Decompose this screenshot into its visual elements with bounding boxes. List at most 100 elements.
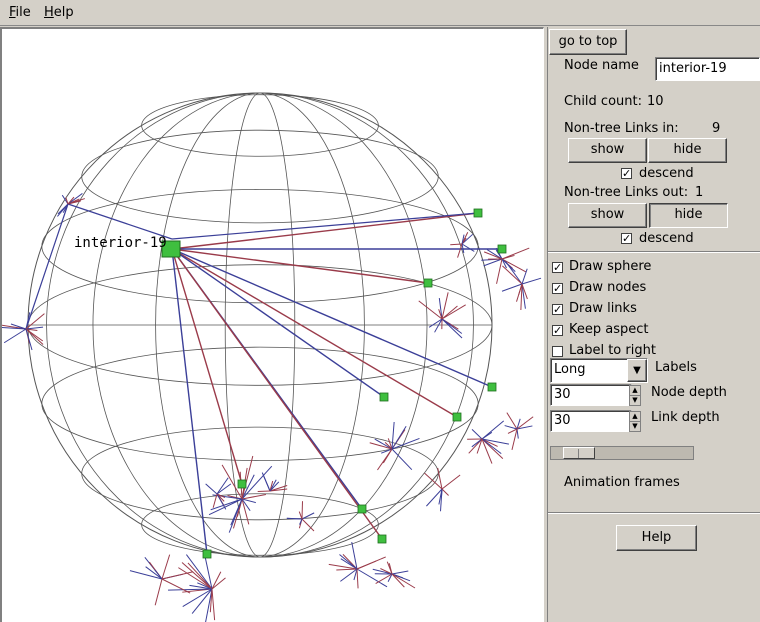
labels-select-value: Long xyxy=(554,362,586,377)
subtree-link xyxy=(391,448,413,471)
subtree-link xyxy=(161,554,171,580)
link-depth-input[interactable]: 30 xyxy=(550,410,632,432)
link-depth-stepper[interactable]: ▲ ▼ xyxy=(629,411,641,432)
tree-links xyxy=(2,193,542,622)
tree-link xyxy=(171,248,383,540)
sphere-grid xyxy=(27,92,493,558)
child-node xyxy=(379,392,389,402)
subtree-link xyxy=(211,571,222,590)
menu-bar: File Help xyxy=(0,0,760,26)
subtree-link xyxy=(356,560,377,570)
node-depth-stepper[interactable]: ▲ ▼ xyxy=(629,385,641,406)
latitude-ring xyxy=(41,346,479,462)
subtree-link xyxy=(441,474,461,490)
links-in-label: Non-tree Links in: xyxy=(564,121,679,136)
subtree-link xyxy=(356,568,359,589)
subtree-link xyxy=(286,517,303,520)
menu-file-label: ile xyxy=(15,5,31,20)
latitude-ring xyxy=(141,94,379,157)
focus-node-label: interior-19 xyxy=(74,235,167,251)
draw-sphere-checkbox[interactable]: ✓ xyxy=(552,262,563,273)
subtree-link xyxy=(161,571,194,580)
subtree-link xyxy=(471,429,483,440)
draw-nodes-label: Draw nodes xyxy=(569,280,647,295)
draw-links-checkbox[interactable]: ✓ xyxy=(552,304,563,315)
child-node xyxy=(487,382,497,392)
stepper-down-icon[interactable]: ▼ xyxy=(630,396,640,406)
draw-nodes-checkbox[interactable]: ✓ xyxy=(552,283,563,294)
subtree-link xyxy=(516,428,519,439)
subtree-link xyxy=(461,243,475,252)
links-out-descend-checkbox[interactable]: ✓ xyxy=(621,233,632,244)
subtree-link xyxy=(205,483,218,495)
keep-aspect-label: Keep aspect xyxy=(569,322,649,337)
child-count-label: Child count: xyxy=(564,94,642,109)
subtree-link xyxy=(230,498,243,526)
child-node xyxy=(377,534,387,544)
links-in-hide-button[interactable]: hide xyxy=(648,138,727,163)
labels-label: Labels xyxy=(655,360,697,375)
control-panel: go to top Node name interior-19 Child co… xyxy=(548,27,760,622)
subtree-link xyxy=(441,318,463,339)
chevron-down-icon[interactable]: ▼ xyxy=(627,359,647,382)
non-tree-link xyxy=(171,212,479,240)
subtree-link xyxy=(441,318,452,326)
child-node xyxy=(452,412,462,422)
subtree-link xyxy=(511,428,518,451)
latitude-ring xyxy=(81,129,439,224)
subtree-link xyxy=(241,498,250,525)
subtree-link xyxy=(441,304,466,320)
help-button[interactable]: Help xyxy=(616,525,697,551)
latitude-ring xyxy=(141,493,379,556)
menu-help-label: elp xyxy=(53,5,74,20)
child-node xyxy=(423,278,433,288)
subtree-link xyxy=(211,577,226,590)
menu-help[interactable]: Help xyxy=(44,5,74,20)
link-depth-label: Link depth xyxy=(651,410,720,425)
links-out-hide-button[interactable]: hide xyxy=(649,203,728,228)
hyperbolic-sphere-viewer[interactable]: interior-19 xyxy=(0,27,544,622)
links-out-value: 1 xyxy=(695,185,704,200)
child-node xyxy=(497,244,507,254)
subtree-link xyxy=(391,426,407,450)
node-name-field[interactable]: interior-19 xyxy=(655,57,760,81)
subtree-link xyxy=(191,588,213,614)
child-count-value: 10 xyxy=(647,94,664,109)
label-to-right-label: Label to right xyxy=(569,343,656,358)
links-out-show-button[interactable]: show xyxy=(568,203,647,228)
latitude-ring xyxy=(81,426,439,521)
node-depth-input[interactable]: 30 xyxy=(550,384,632,406)
subtree-link xyxy=(216,483,232,495)
animation-frames-slider[interactable] xyxy=(550,446,694,460)
child-node xyxy=(473,208,483,218)
tree-link xyxy=(171,212,479,250)
separator xyxy=(548,512,760,514)
stepper-up-icon[interactable]: ▲ xyxy=(630,386,640,396)
draw-sphere-label: Draw sphere xyxy=(569,259,652,274)
links-out-descend-label: descend xyxy=(639,231,694,246)
stepper-down-icon[interactable]: ▼ xyxy=(630,422,640,432)
subtree-link xyxy=(426,488,443,507)
subtree-link xyxy=(391,570,409,575)
node-name-label: Node name xyxy=(564,58,639,73)
links-in-descend-checkbox[interactable]: ✓ xyxy=(621,168,632,179)
sphere-canvas[interactable]: interior-19 xyxy=(2,29,544,622)
subtree-link xyxy=(154,578,163,606)
child-node xyxy=(237,479,247,489)
go-to-top-button[interactable]: go to top xyxy=(549,29,627,55)
links-in-show-button[interactable]: show xyxy=(568,138,647,163)
keep-aspect-checkbox[interactable]: ✓ xyxy=(552,325,563,336)
menu-help-mnemonic: H xyxy=(44,5,54,20)
subtree-link xyxy=(441,488,449,496)
slider-thumb[interactable] xyxy=(563,447,595,459)
subtree-link xyxy=(298,511,303,520)
non-tree-link xyxy=(67,203,173,240)
subtree-link xyxy=(457,243,463,258)
menu-file[interactable]: File xyxy=(9,5,31,20)
label-to-right-checkbox[interactable] xyxy=(552,346,563,357)
stepper-up-icon[interactable]: ▲ xyxy=(630,412,640,422)
subtree-link xyxy=(391,421,395,450)
subtree-link xyxy=(505,261,523,285)
child-node xyxy=(357,504,367,514)
tree-link xyxy=(171,248,385,398)
